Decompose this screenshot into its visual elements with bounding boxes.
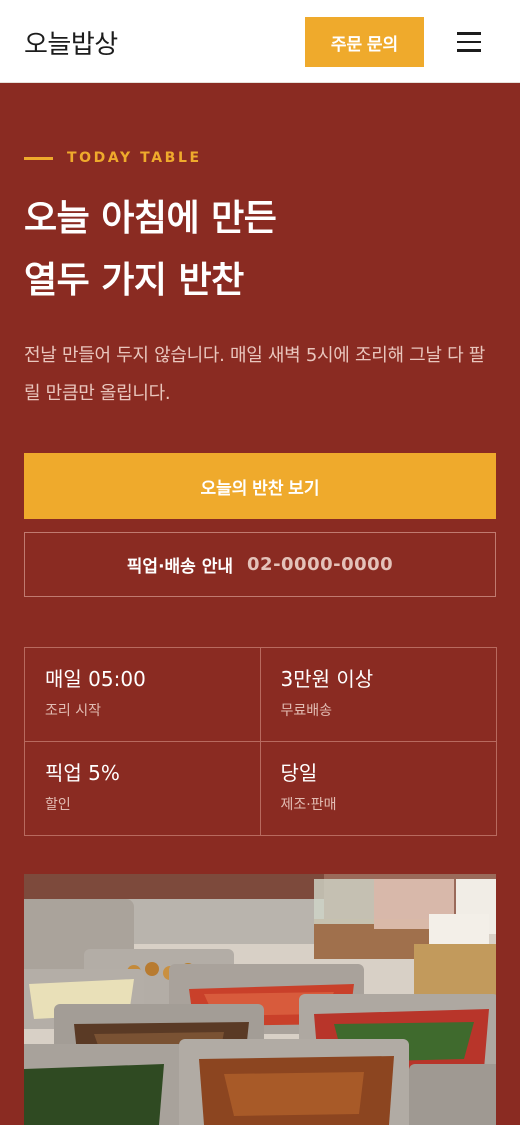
menu-bar xyxy=(457,49,481,52)
info-sub: 제조·판매 xyxy=(280,796,337,813)
side-dishes-illustration xyxy=(24,874,496,1125)
eyebrow-text: TODAY TABLE xyxy=(67,150,202,166)
info-cell: 당일 제조·판매 xyxy=(261,742,497,836)
info-sub: 할인 xyxy=(45,796,71,813)
order-inquiry-button[interactable]: 주문 문의 xyxy=(305,17,424,67)
menu-bar xyxy=(457,40,481,44)
info-cell: 3만원 이상 무료배송 xyxy=(260,648,496,742)
info-main: 당일 xyxy=(280,760,318,785)
view-today-dishes-button[interactable]: 오늘의 반찬 보기 xyxy=(24,453,496,519)
hero-title-line-2: 열두 가지 반찬 xyxy=(24,260,244,301)
info-cell: 매일 05:00 조리 시작 xyxy=(25,648,261,742)
side-dishes-photo xyxy=(24,874,496,1125)
hero-title-line-1: 오늘 아침에 만든 xyxy=(24,198,277,239)
info-main: 픽업 5% xyxy=(45,760,120,785)
info-grid: 매일 05:00 조리 시작 3만원 이상 무료배송 픽업 5% 할인 당일 제… xyxy=(24,647,497,836)
info-cell: 픽업 5% 할인 xyxy=(25,741,261,835)
menu-bar xyxy=(457,32,481,35)
phone-number: 02-0000-0000 xyxy=(247,554,394,575)
phone-label: 픽업·배송 안내 xyxy=(126,557,234,577)
site-header: 오늘밥상 주문 문의 xyxy=(0,0,520,83)
eyebrow: TODAY TABLE xyxy=(24,148,202,168)
info-main: 매일 05:00 xyxy=(45,667,146,691)
info-main: 3만원 이상 xyxy=(280,667,374,691)
eyebrow-line xyxy=(24,156,53,160)
pickup-delivery-phone-link[interactable]: 픽업·배송 안내 02-0000-0000 xyxy=(24,532,496,597)
hero-description: 전날 만들어 두지 않습니다. 매일 새벽 5시에 조리해 그날 다 팔릴 만큼… xyxy=(24,345,486,404)
info-sub: 무료배송 xyxy=(280,703,333,719)
info-sub: 조리 시작 xyxy=(45,703,101,719)
brand-logo[interactable]: 오늘밥상 xyxy=(24,24,118,61)
hamburger-menu-icon[interactable] xyxy=(451,27,487,57)
hero-title: 오늘 아침에 만든 열두 가지 반찬 xyxy=(24,188,504,312)
